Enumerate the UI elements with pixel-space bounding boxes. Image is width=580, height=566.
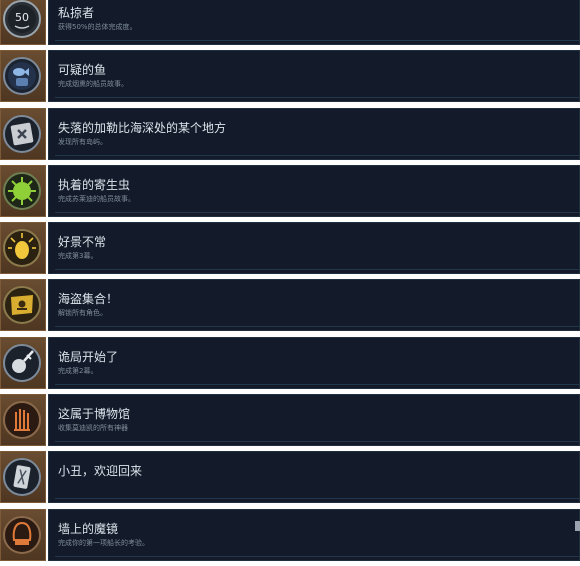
achievement-row[interactable]: 这属于博物馆 收集莫迪凯的所有神器 [0, 394, 580, 447]
achievement-row[interactable]: 海盗集合！ 解锁所有角色。 [0, 279, 580, 332]
parasite-icon [3, 171, 41, 210]
achievement-title: 海盗集合！ [58, 292, 119, 307]
achievement-icon-frame [0, 394, 46, 447]
card-icon [3, 458, 41, 497]
achievement-description: 发现所有岛屿。 [58, 137, 107, 146]
achievement-icon-frame [0, 279, 46, 332]
fish-crew-icon [3, 57, 41, 96]
achievement-panel: 好景不常 完成第3幕。 [48, 222, 580, 275]
achievement-title: 执着的寄生虫 [58, 177, 131, 192]
achievement-row[interactable]: 执着的寄生虫 完成苏莱迪的船员故事。 [0, 164, 580, 217]
achievement-title: 小丑，欢迎回来 [58, 464, 143, 479]
pirate-flag-icon [3, 286, 41, 325]
sword-orb-icon [3, 343, 41, 382]
achievement-row[interactable]: 小丑，欢迎回来 [0, 451, 580, 504]
achievement-description: 收集莫迪凯的所有神器 [58, 424, 128, 433]
achievement-icon-frame: 50 [0, 0, 46, 45]
achievement-panel: 可疑的鱼 完成烟熏的船员故事。 [48, 50, 580, 103]
badge-50-icon: 50 [3, 0, 41, 38]
scroll-edge-indicator [575, 521, 580, 531]
achievement-description: 完成烟熏的船员故事。 [58, 80, 128, 89]
achievement-panel: 海盗集合！ 解锁所有角色。 [48, 279, 580, 332]
achievement-row[interactable]: 失落的加勒比海深处的某个地方 发现所有岛屿。 [0, 107, 580, 160]
achievement-row[interactable]: 墙上的魔镜 完成你的第一项船长的考验。 [0, 508, 580, 561]
achievement-description: 完成第2幕。 [58, 366, 98, 375]
glowing-lantern-icon [3, 229, 41, 268]
achievement-description: 完成你的第一项船长的考验。 [58, 538, 149, 547]
achievement-icon-frame [0, 50, 46, 103]
achievement-icon-frame [0, 336, 46, 389]
achievement-title: 这属于博物馆 [58, 407, 131, 422]
achievement-title: 诡局开始了 [58, 349, 119, 364]
achievement-icon-frame [0, 222, 46, 275]
achievement-icon-frame [0, 508, 46, 561]
map-x-icon [3, 114, 41, 153]
achievement-title: 私掠者 [58, 6, 95, 20]
achievement-icon-frame [0, 107, 46, 160]
achievement-icon-frame [0, 164, 46, 217]
achievement-title: 好景不常 [58, 235, 107, 250]
achievement-row[interactable]: 诡局开始了 完成第2幕。 [0, 336, 580, 389]
achievement-panel: 执着的寄生虫 完成苏莱迪的船员故事。 [48, 164, 580, 217]
achievement-row[interactable]: 50 私掠者 获得50%的总体完成度。 [0, 0, 580, 45]
svg-text:50: 50 [15, 11, 29, 24]
achievement-panel: 诡局开始了 完成第2幕。 [48, 336, 580, 389]
achievement-panel: 墙上的魔镜 完成你的第一项船长的考验。 [48, 508, 580, 561]
magic-mirror-icon [3, 515, 41, 554]
artifact-hand-icon [3, 401, 41, 440]
achievement-row[interactable]: 好景不常 完成第3幕。 [0, 222, 580, 275]
achievement-title: 可疑的鱼 [58, 63, 107, 78]
achievement-panel: 小丑，欢迎回来 [48, 451, 580, 504]
achievement-title: 失落的加勒比海深处的某个地方 [58, 120, 227, 135]
achievement-title: 墙上的魔镜 [58, 521, 119, 536]
achievement-list: 50 私掠者 获得50%的总体完成度。 可疑的鱼 完成烟熏的船员故事。 失落的加… [0, 0, 580, 566]
achievement-description: 完成苏莱迪的船员故事。 [58, 194, 135, 203]
achievement-panel: 这属于博物馆 收集莫迪凯的所有神器 [48, 394, 580, 447]
achievement-icon-frame [0, 451, 46, 504]
achievement-description: 完成第3幕。 [58, 252, 98, 261]
achievement-panel: 私掠者 获得50%的总体完成度。 [48, 0, 580, 45]
achievement-row[interactable]: 可疑的鱼 完成烟熏的船员故事。 [0, 50, 580, 103]
achievement-panel: 失落的加勒比海深处的某个地方 发现所有岛屿。 [48, 107, 580, 160]
achievement-description: 获得50%的总体完成度。 [58, 23, 137, 31]
achievement-description: 解锁所有角色。 [58, 309, 107, 318]
